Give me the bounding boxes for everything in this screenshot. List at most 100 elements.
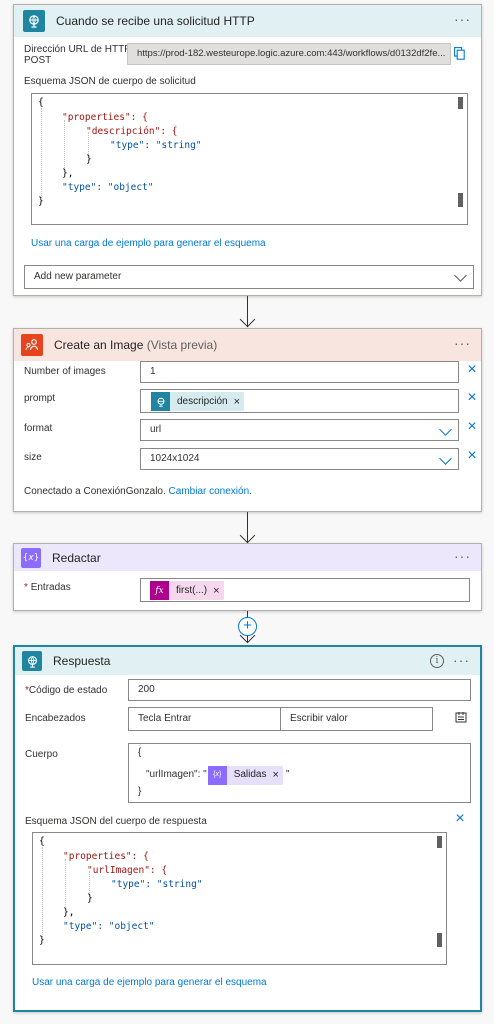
response-schema-label: Esquema JSON del cuerpo de respuesta (25, 816, 207, 827)
http-trigger-header[interactable]: Cuando se recibe una solicitud HTTP ··· (14, 5, 481, 37)
prompt-input[interactable]: descripción × (140, 389, 459, 413)
header-key-input[interactable]: Tecla Entrar (128, 707, 281, 731)
remove-token-icon[interactable]: × (273, 765, 279, 785)
prompt-label: prompt (24, 393, 56, 404)
code-line: }, (62, 168, 74, 179)
inputs-label: * Entradas (24, 582, 71, 593)
headers-label: Encabezados (25, 713, 86, 724)
inputs-field[interactable]: fx first(...) × (140, 578, 470, 602)
number-images-label: Number of images (24, 366, 106, 377)
code-line: { (38, 97, 44, 108)
create-image-header[interactable]: Create an Image (Vista previa) ··· (14, 329, 481, 361)
code-line: "urlImagen": { (87, 865, 168, 876)
remove-prompt-icon[interactable]: × (465, 390, 479, 406)
remove-size-icon[interactable]: × (465, 448, 479, 464)
compose-card: {x} Redactar ··· * Entradas fx first(...… (13, 543, 482, 611)
response-schema-editor[interactable]: { "properties": { "urlImagen": { "type":… (32, 832, 447, 965)
header-value-input[interactable]: Escribir valor (280, 707, 433, 731)
response-more-icon[interactable]: ··· (453, 653, 470, 667)
number-images-input[interactable]: 1 (140, 361, 459, 383)
outputs-token[interactable]: {x} Salidas × (207, 765, 283, 785)
body-close-brace: } (138, 786, 142, 797)
first-expression-token[interactable]: fx first(...) × (150, 581, 224, 600)
response-title: Respuesta (53, 654, 111, 668)
descripcion-token[interactable]: descripción × (151, 392, 245, 412)
openai-icon (21, 334, 43, 356)
body-open-brace: { (138, 747, 142, 758)
remove-token-icon[interactable]: × (213, 581, 219, 601)
format-select[interactable]: url (140, 419, 459, 441)
create-image-more-icon[interactable]: ··· (454, 336, 471, 350)
remove-token-icon[interactable]: × (234, 392, 240, 412)
response-header[interactable]: Respuesta i ··· (15, 647, 480, 675)
http-trigger-more-icon[interactable]: ··· (454, 12, 471, 26)
request-schema-label: Esquema JSON de cuerpo de solicitud (24, 76, 196, 87)
compose-title: Redactar (52, 550, 101, 565)
connection-text: Conectado a ConexiónGonzalo. (24, 486, 166, 497)
status-code-input[interactable]: 200 (128, 679, 471, 701)
editor-scrollbar[interactable] (458, 97, 463, 109)
editor-scrollbar[interactable] (437, 836, 442, 848)
connection-info: Conectado a ConexiónGonzalo. Cambiar con… (24, 486, 252, 497)
size-value: 1024x1024 (150, 453, 200, 464)
code-line: "properties": { (62, 112, 148, 123)
editor-scrollbar-thumb[interactable] (458, 193, 463, 207)
text-mode-icon[interactable] (455, 711, 467, 723)
chevron-down-icon (454, 269, 467, 282)
code-line: } (87, 893, 93, 904)
compose-more-icon[interactable]: ··· (454, 549, 471, 563)
generate-schema-link[interactable]: Usar una carga de ejemplo para generar e… (32, 977, 267, 988)
http-trigger-card: Cuando se recibe una solicitud HTTP ··· … (13, 4, 482, 296)
format-label: format (24, 423, 53, 434)
code-line: "type": "object" (62, 182, 154, 193)
info-icon[interactable]: i (430, 654, 444, 668)
remove-schema-icon[interactable]: × (453, 811, 467, 827)
arrow-down-icon (239, 527, 256, 544)
code-line: "descripción": { (86, 126, 178, 137)
remove-format-icon[interactable]: × (465, 419, 479, 435)
add-parameter-text: Add new parameter (34, 271, 122, 282)
url-field[interactable]: https://prod-182.westeurope.logic.azure.… (127, 43, 451, 65)
body-label: Cuerpo (25, 749, 58, 760)
size-select[interactable]: 1024x1024 (140, 448, 459, 470)
body-editor[interactable]: { "urlImagen": " {x} Salidas × " } (128, 743, 471, 803)
remove-number-images-icon[interactable]: × (465, 362, 479, 378)
copy-icon[interactable] (454, 47, 465, 60)
code-line: } (39, 935, 45, 946)
token-label: descripción (177, 395, 228, 407)
code-line: { (39, 836, 45, 847)
http-globe-icon (151, 392, 170, 411)
url-label: Dirección URL de HTTP POST (24, 44, 131, 66)
http-globe-icon (22, 651, 42, 671)
size-label: size (24, 452, 42, 463)
editor-scrollbar-thumb[interactable] (437, 933, 442, 947)
fx-icon: fx (150, 581, 169, 600)
change-connection-link[interactable]: Cambiar conexión. (169, 486, 252, 497)
code-line: }, (63, 907, 75, 918)
request-schema-editor[interactable]: { "properties": { "descripción": { "type… (31, 93, 468, 225)
create-image-card: Create an Image (Vista previa) ··· Numbe… (13, 328, 482, 512)
code-line: "type": "string" (110, 140, 202, 151)
status-code-label: *Código de estado (25, 685, 108, 696)
chevron-down-icon (439, 423, 452, 436)
code-line: } (86, 154, 92, 165)
create-image-title: Create an Image (Vista previa) (54, 338, 218, 352)
format-value: url (150, 424, 162, 435)
code-line: "properties": { (63, 851, 149, 862)
token-label: Salidas (233, 769, 267, 780)
token-label: first(...) (176, 584, 208, 596)
body-key: "urlImagen": " (146, 769, 207, 780)
code-line: "type": "object" (63, 921, 155, 932)
compose-icon: {x} (207, 765, 227, 785)
compose-icon: {x} (21, 547, 41, 568)
compose-header[interactable]: {x} Redactar ··· (14, 544, 481, 571)
arrow-down-icon (239, 311, 256, 328)
response-card: Respuesta i ··· *Código de estado 200 En… (13, 645, 482, 1012)
generate-schema-link[interactable]: Usar una carga de ejemplo para generar e… (31, 238, 266, 249)
http-trigger-title: Cuando se recibe una solicitud HTTP (56, 14, 255, 28)
add-parameter-dropdown[interactable]: Add new parameter (24, 265, 474, 289)
http-globe-icon (23, 10, 45, 32)
code-line: } (38, 196, 44, 207)
body-end-quote: " (285, 769, 290, 780)
chevron-down-icon (439, 452, 452, 465)
